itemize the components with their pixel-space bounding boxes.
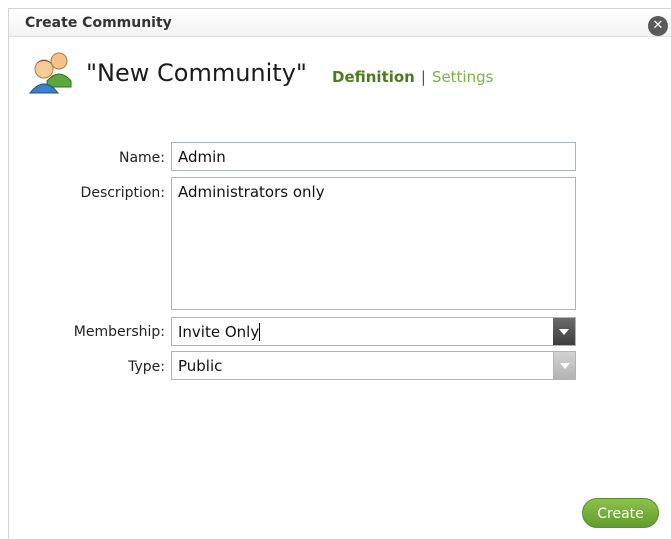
tab-definition[interactable]: Definition (332, 68, 415, 86)
tab-settings[interactable]: Settings (432, 68, 494, 86)
membership-label: Membership: (73, 324, 165, 340)
description-field[interactable]: Administrators only (171, 177, 576, 310)
type-label: Type: (128, 359, 165, 375)
chevron-down-icon[interactable] (553, 352, 575, 379)
users-icon (28, 52, 72, 94)
name-value: Admin (178, 148, 226, 166)
membership-value: Invite Only (178, 323, 260, 341)
dialog-titlebar: Create Community ✕ (9, 9, 671, 37)
description-label: Description: (80, 185, 165, 201)
create-button[interactable]: Create (582, 498, 659, 528)
dialog-title: Create Community (25, 15, 172, 31)
text-cursor (259, 323, 261, 341)
close-icon[interactable]: ✕ (648, 16, 668, 36)
tab-separator: | (420, 68, 426, 86)
community-name-heading: "New Community" (86, 59, 307, 87)
create-community-dialog: Create Community ✕ "New Community" Defin… (8, 8, 671, 539)
description-value: Administrators only (178, 183, 325, 201)
chevron-down-icon[interactable] (553, 318, 575, 345)
membership-select[interactable]: Invite Only (171, 317, 576, 346)
type-value: Public (178, 357, 223, 375)
name-field[interactable]: Admin (171, 142, 576, 171)
type-select[interactable]: Public (171, 351, 576, 380)
tab-bar: Definition | Settings (332, 68, 493, 86)
name-label: Name: (118, 150, 165, 166)
